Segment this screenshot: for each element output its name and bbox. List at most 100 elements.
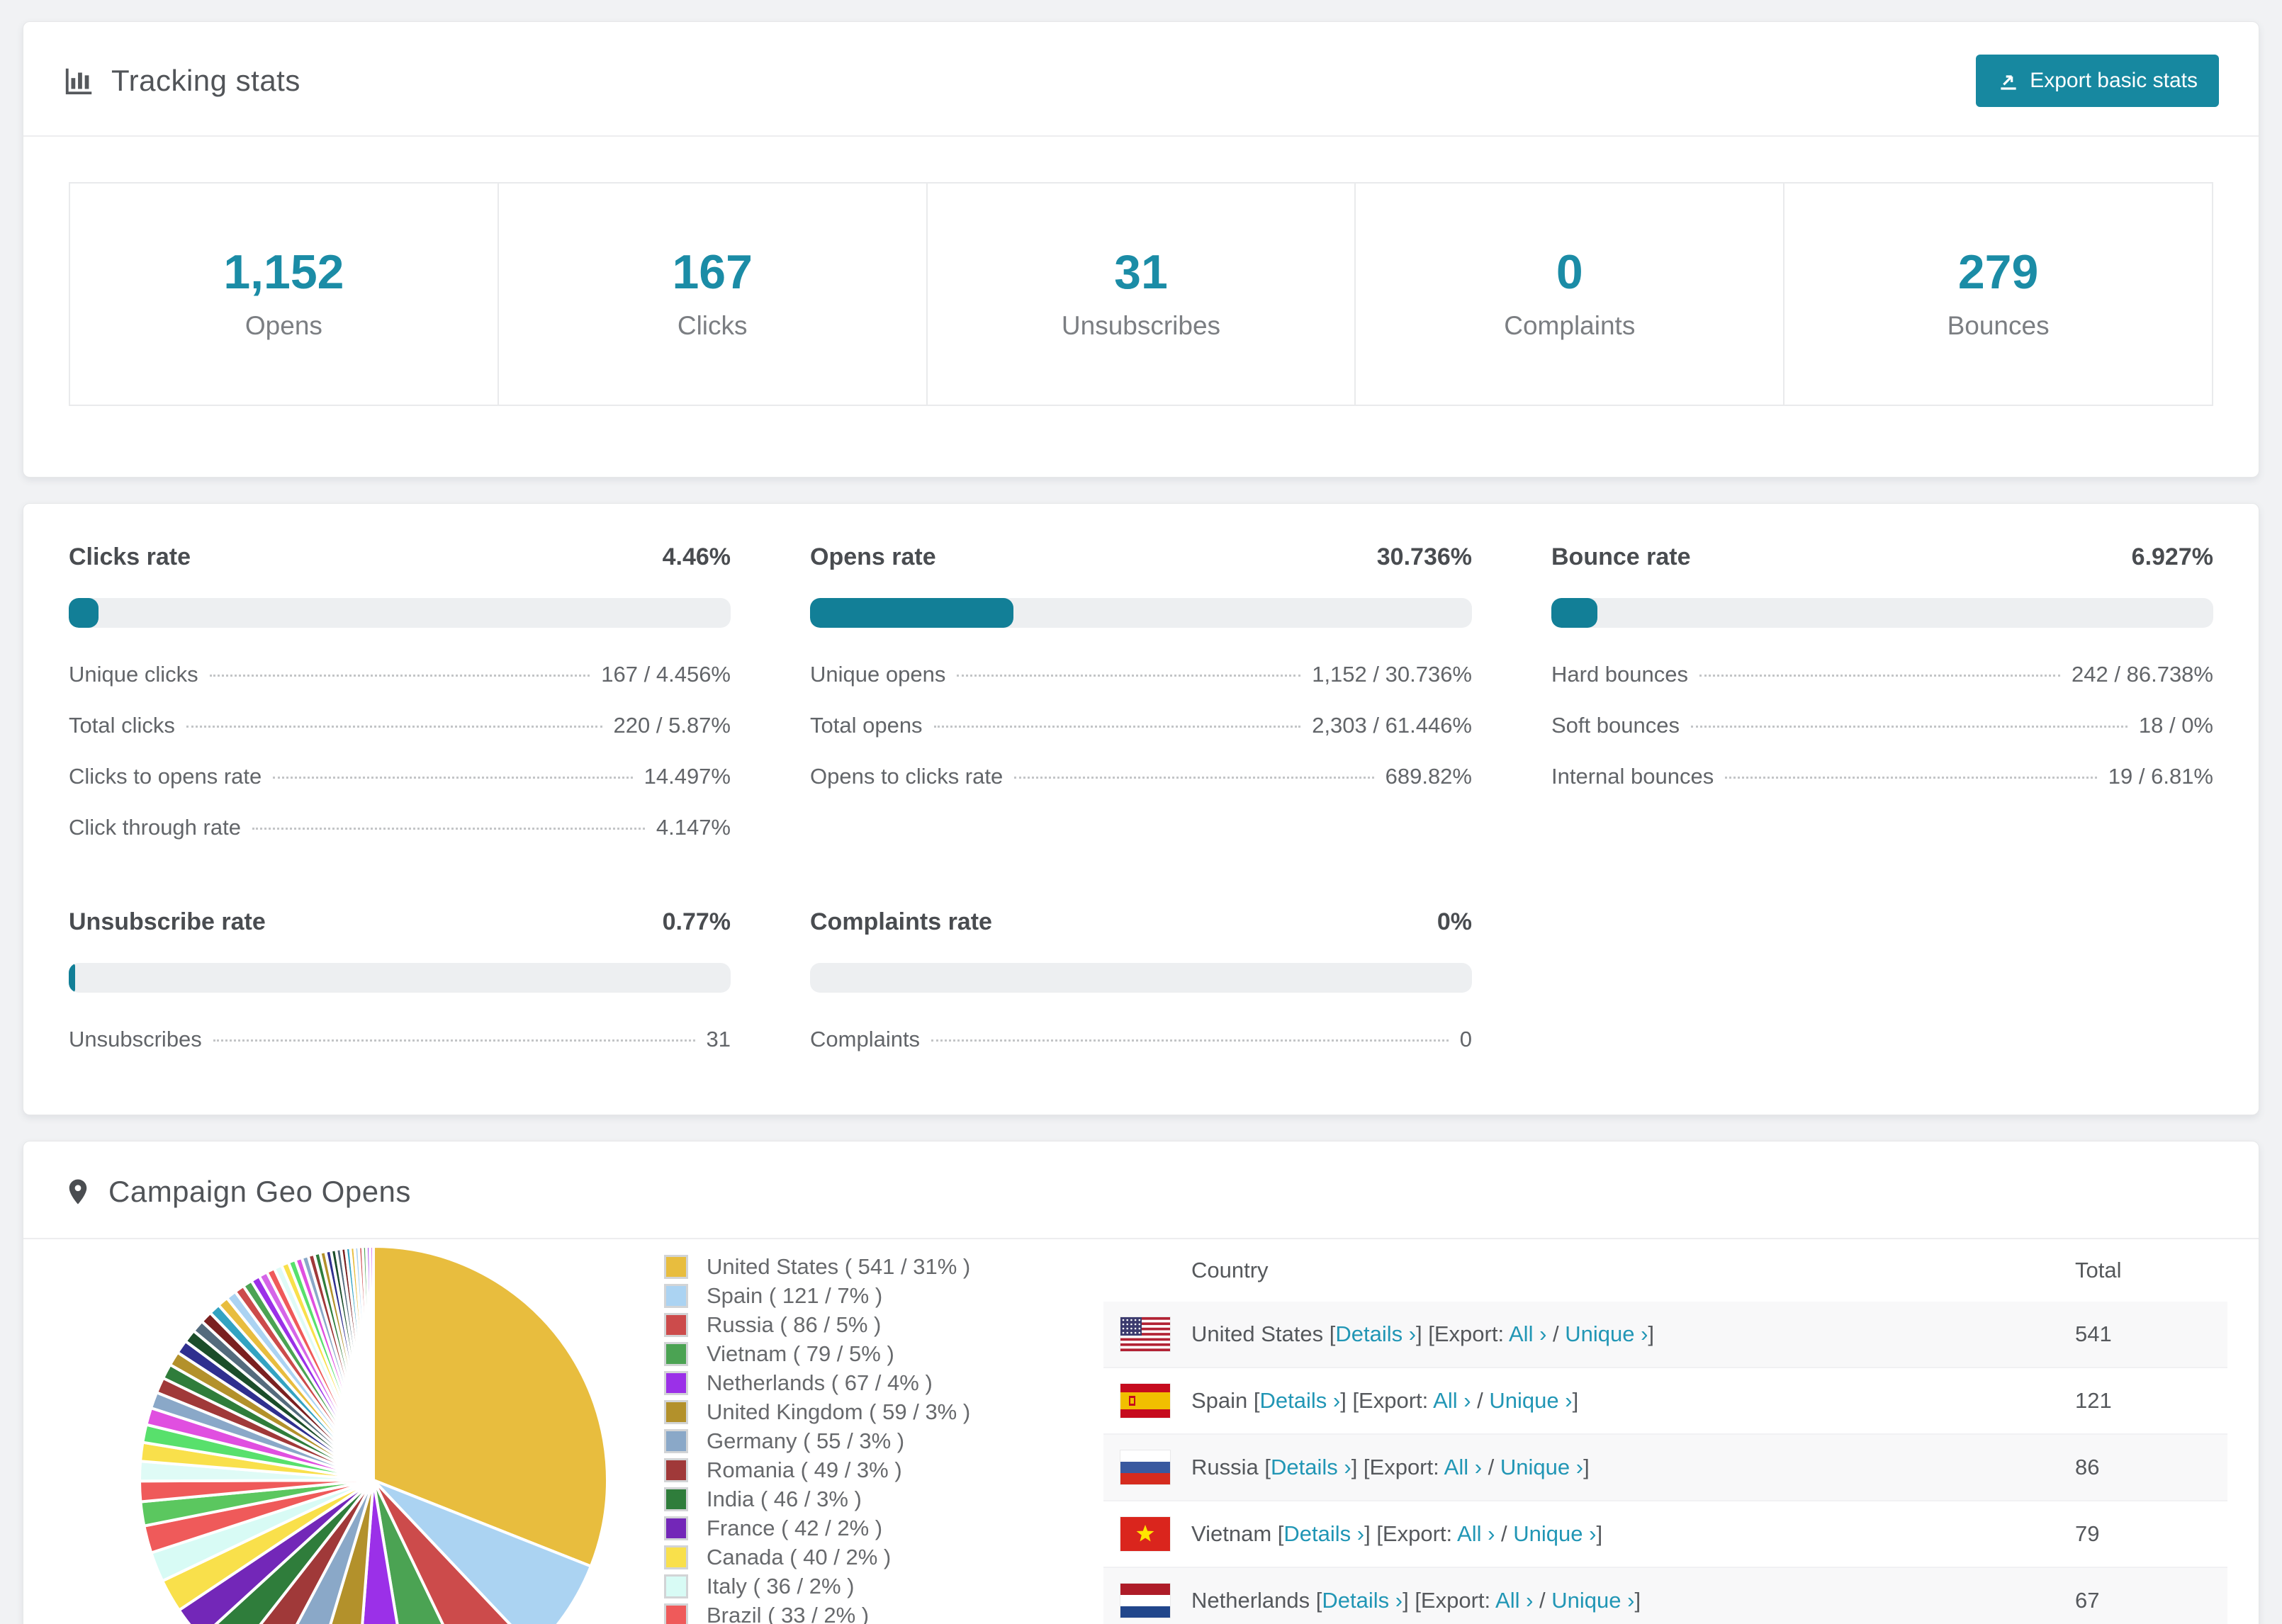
export-all-link[interactable]: All ›: [1509, 1321, 1546, 1346]
legend-label: United Kingdom ( 59 / 3% ): [707, 1399, 971, 1424]
legend-item: Netherlands ( 67 / 4% ): [664, 1368, 997, 1397]
rate-stat-value: 167 / 4.456%: [601, 662, 731, 687]
details-link[interactable]: Details ›: [1260, 1388, 1341, 1413]
link-separator: /: [1471, 1388, 1490, 1413]
bracket-close: ]: [1634, 1588, 1641, 1613]
rate-stat-value: 14.497%: [643, 764, 731, 789]
rate-progress-bar: [1551, 598, 2213, 628]
rate-value: 0%: [1437, 908, 1472, 935]
legend-label: Romania ( 49 / 3% ): [707, 1457, 902, 1482]
link-separator: /: [1533, 1588, 1552, 1613]
export-all-link[interactable]: All ›: [1433, 1388, 1471, 1413]
legend-label: Germany ( 55 / 3% ): [707, 1428, 905, 1453]
rate-title: Opens rate: [810, 543, 936, 570]
country-column-header: Country: [1191, 1258, 1269, 1282]
legend-item: Vietnam ( 79 / 5% ): [664, 1339, 997, 1368]
stat-value: 279: [1957, 245, 2039, 299]
export-all-link[interactable]: All ›: [1457, 1521, 1495, 1546]
rate-title: Bounce rate: [1551, 543, 1691, 570]
details-link[interactable]: Details ›: [1271, 1455, 1351, 1479]
legend-item: Brazil ( 33 / 2% ): [664, 1601, 997, 1624]
dotted-leader: [1014, 777, 1374, 779]
geo-legend: United States ( 541 / 31% ) Spain ( 121 /…: [664, 1252, 997, 1624]
rate-stat-row: Unique opens 1,152 / 30.736%: [810, 662, 1472, 687]
rates-card: Clicks rate 4.46% Unique clicks 167 / 4.456…: [23, 503, 2259, 1115]
rate-stat-label: Soft bounces: [1551, 713, 1680, 738]
legend-swatch: [664, 1312, 688, 1337]
rate-progress-bar: [810, 598, 1472, 628]
geo-total-cell: 86: [2075, 1455, 2100, 1479]
dotted-leader: [1725, 777, 2097, 779]
rate-title: Unsubscribe rate: [69, 908, 266, 935]
rate-stat-value: 18 / 0%: [2138, 713, 2213, 738]
export-all-link[interactable]: All ›: [1495, 1588, 1533, 1613]
rate-stat-row: Complaints 0: [810, 1027, 1472, 1052]
rate-block-unsubscribe-rate: Unsubscribe rate 0.77% Unsubscribes 31: [69, 908, 731, 1052]
export-unique-link[interactable]: Unique ›: [1551, 1588, 1634, 1613]
location-pin-icon: [63, 1174, 93, 1209]
geo-country-cell: Spain [Details ›] [Export: All › / Uniqu…: [1191, 1388, 2075, 1414]
export-unique-link[interactable]: Unique ›: [1565, 1321, 1648, 1346]
details-link[interactable]: Details ›: [1335, 1321, 1416, 1346]
rate-value: 30.736%: [1376, 543, 1472, 570]
rate-stat-row: Clicks to opens rate 14.497%: [69, 764, 731, 789]
stat-value: 167: [672, 245, 753, 299]
export-basic-stats-button[interactable]: Export basic stats: [1976, 55, 2219, 107]
geo-country-cell: United States [Details ›] [Export: All ›…: [1191, 1321, 2075, 1347]
stat-cell-clicks: 167 Clicks: [497, 182, 928, 406]
bracket-close: ]: [1572, 1388, 1579, 1413]
stat-cell-bounces: 279 Bounces: [1783, 182, 2213, 406]
rate-stat-row: Internal bounces 19 / 6.81%: [1551, 764, 2213, 789]
export-unique-link[interactable]: Unique ›: [1513, 1521, 1596, 1546]
rate-stat-row: Soft bounces 18 / 0%: [1551, 713, 2213, 738]
legend-label: United States ( 541 / 31% ): [707, 1253, 971, 1279]
geo-content: United States ( 541 / 31% ) Spain ( 121 /…: [23, 1239, 2259, 1624]
legend-label: Italy ( 36 / 2% ): [707, 1573, 855, 1598]
rate-stat-label: Total clicks: [69, 713, 175, 738]
details-link[interactable]: Details ›: [1322, 1588, 1403, 1613]
legend-label: Vietnam ( 79 / 5% ): [707, 1341, 894, 1366]
stat-cell-unsubscribes: 31 Unsubscribes: [926, 182, 1356, 406]
stat-cell-opens: 1,152 Opens: [69, 182, 499, 406]
rate-progress-fill: [810, 598, 1014, 628]
dotted-leader: [186, 726, 602, 728]
legend-label: Russia ( 86 / 5% ): [707, 1312, 882, 1337]
dotted-leader: [209, 675, 590, 677]
rate-stat-value: 220 / 5.87%: [613, 713, 731, 738]
legend-swatch: [664, 1341, 688, 1366]
legend-label: Spain ( 121 / 7% ): [707, 1282, 883, 1308]
rate-stat-row: Opens to clicks rate 689.82%: [810, 764, 1472, 789]
geo-table-row: Spain [Details ›] [Export: All › / Uniqu…: [1103, 1368, 2227, 1435]
legend-swatch: [664, 1428, 688, 1453]
export-all-link[interactable]: All ›: [1444, 1455, 1482, 1479]
legend-item: Russia ( 86 / 5% ): [664, 1310, 997, 1339]
country-name: Russia [: [1191, 1455, 1271, 1479]
rate-block-bounce-rate: Bounce rate 6.927% Hard bounces 242 / 86.73…: [1551, 543, 2213, 840]
rate-stat-row: Click through rate 4.147%: [69, 815, 731, 840]
geo-total-cell: 541: [2075, 1321, 2112, 1346]
export-prefix: ] [Export:: [1364, 1521, 1458, 1546]
dotted-leader: [957, 675, 1301, 677]
legend-item: Canada ( 40 / 2% ): [664, 1543, 997, 1572]
rate-progress-bar: [69, 963, 731, 993]
export-prefix: ] [Export:: [1416, 1321, 1509, 1346]
rate-stat-label: Clicks to opens rate: [69, 764, 262, 789]
legend-swatch: [664, 1399, 688, 1424]
geo-header: Campaign Geo Opens: [23, 1141, 2259, 1239]
legend-swatch: [664, 1370, 688, 1395]
stat-label: Unsubscribes: [1061, 311, 1221, 340]
export-unique-link[interactable]: Unique ›: [1489, 1388, 1572, 1413]
details-link[interactable]: Details ›: [1283, 1521, 1364, 1546]
legend-swatch: [664, 1254, 688, 1279]
stats-strip: 1,152 Opens 167 Clicks 31 Unsubscribes 0 Compla…: [69, 182, 2213, 406]
rate-stat-value: 242 / 86.738%: [2072, 662, 2213, 687]
legend-item: Germany ( 55 / 3% ): [664, 1426, 997, 1455]
rate-progress-bar: [810, 963, 1472, 993]
rate-title-row: Clicks rate 4.46%: [69, 543, 731, 571]
geo-country-cell: Vietnam [Details ›] [Export: All › / Uni…: [1191, 1521, 2075, 1547]
flag-icon-vn: [1120, 1517, 1170, 1551]
legend-label: Brazil ( 33 / 2% ): [707, 1602, 870, 1624]
export-prefix: ] [Export:: [1340, 1388, 1434, 1413]
export-unique-link[interactable]: Unique ›: [1500, 1455, 1583, 1479]
bracket-close: ]: [1583, 1455, 1590, 1479]
